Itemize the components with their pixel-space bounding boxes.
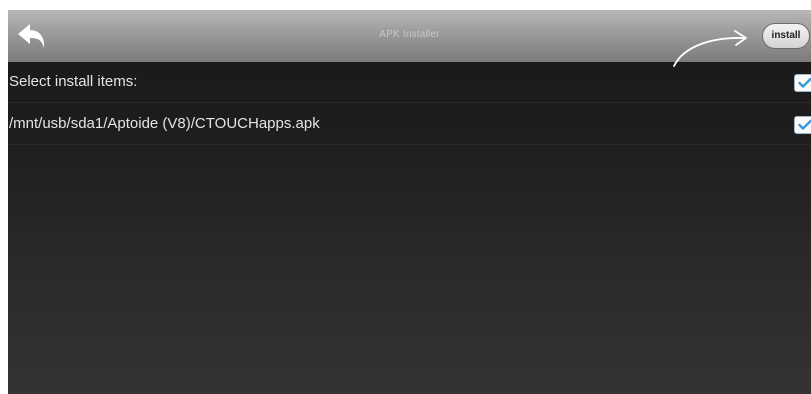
- app-screen: APK Installer install Select install ite…: [8, 10, 811, 394]
- back-arrow-icon: [14, 24, 54, 58]
- select-all-row[interactable]: Select install items:: [8, 62, 811, 103]
- list-item[interactable]: /mnt/usb/sda1/Aptoide (V8)/CTOUCHapps.ap…: [8, 104, 811, 145]
- title-bar: APK Installer install: [8, 10, 811, 62]
- install-button[interactable]: install: [762, 23, 810, 49]
- select-install-items-label: Select install items:: [9, 73, 138, 90]
- apk-path-label: /mnt/usb/sda1/Aptoide (V8)/CTOUCHapps.ap…: [9, 115, 320, 132]
- app-title: APK Installer: [379, 29, 440, 40]
- select-all-checkbox[interactable]: [794, 74, 811, 92]
- apk-item-checkbox[interactable]: [794, 116, 811, 134]
